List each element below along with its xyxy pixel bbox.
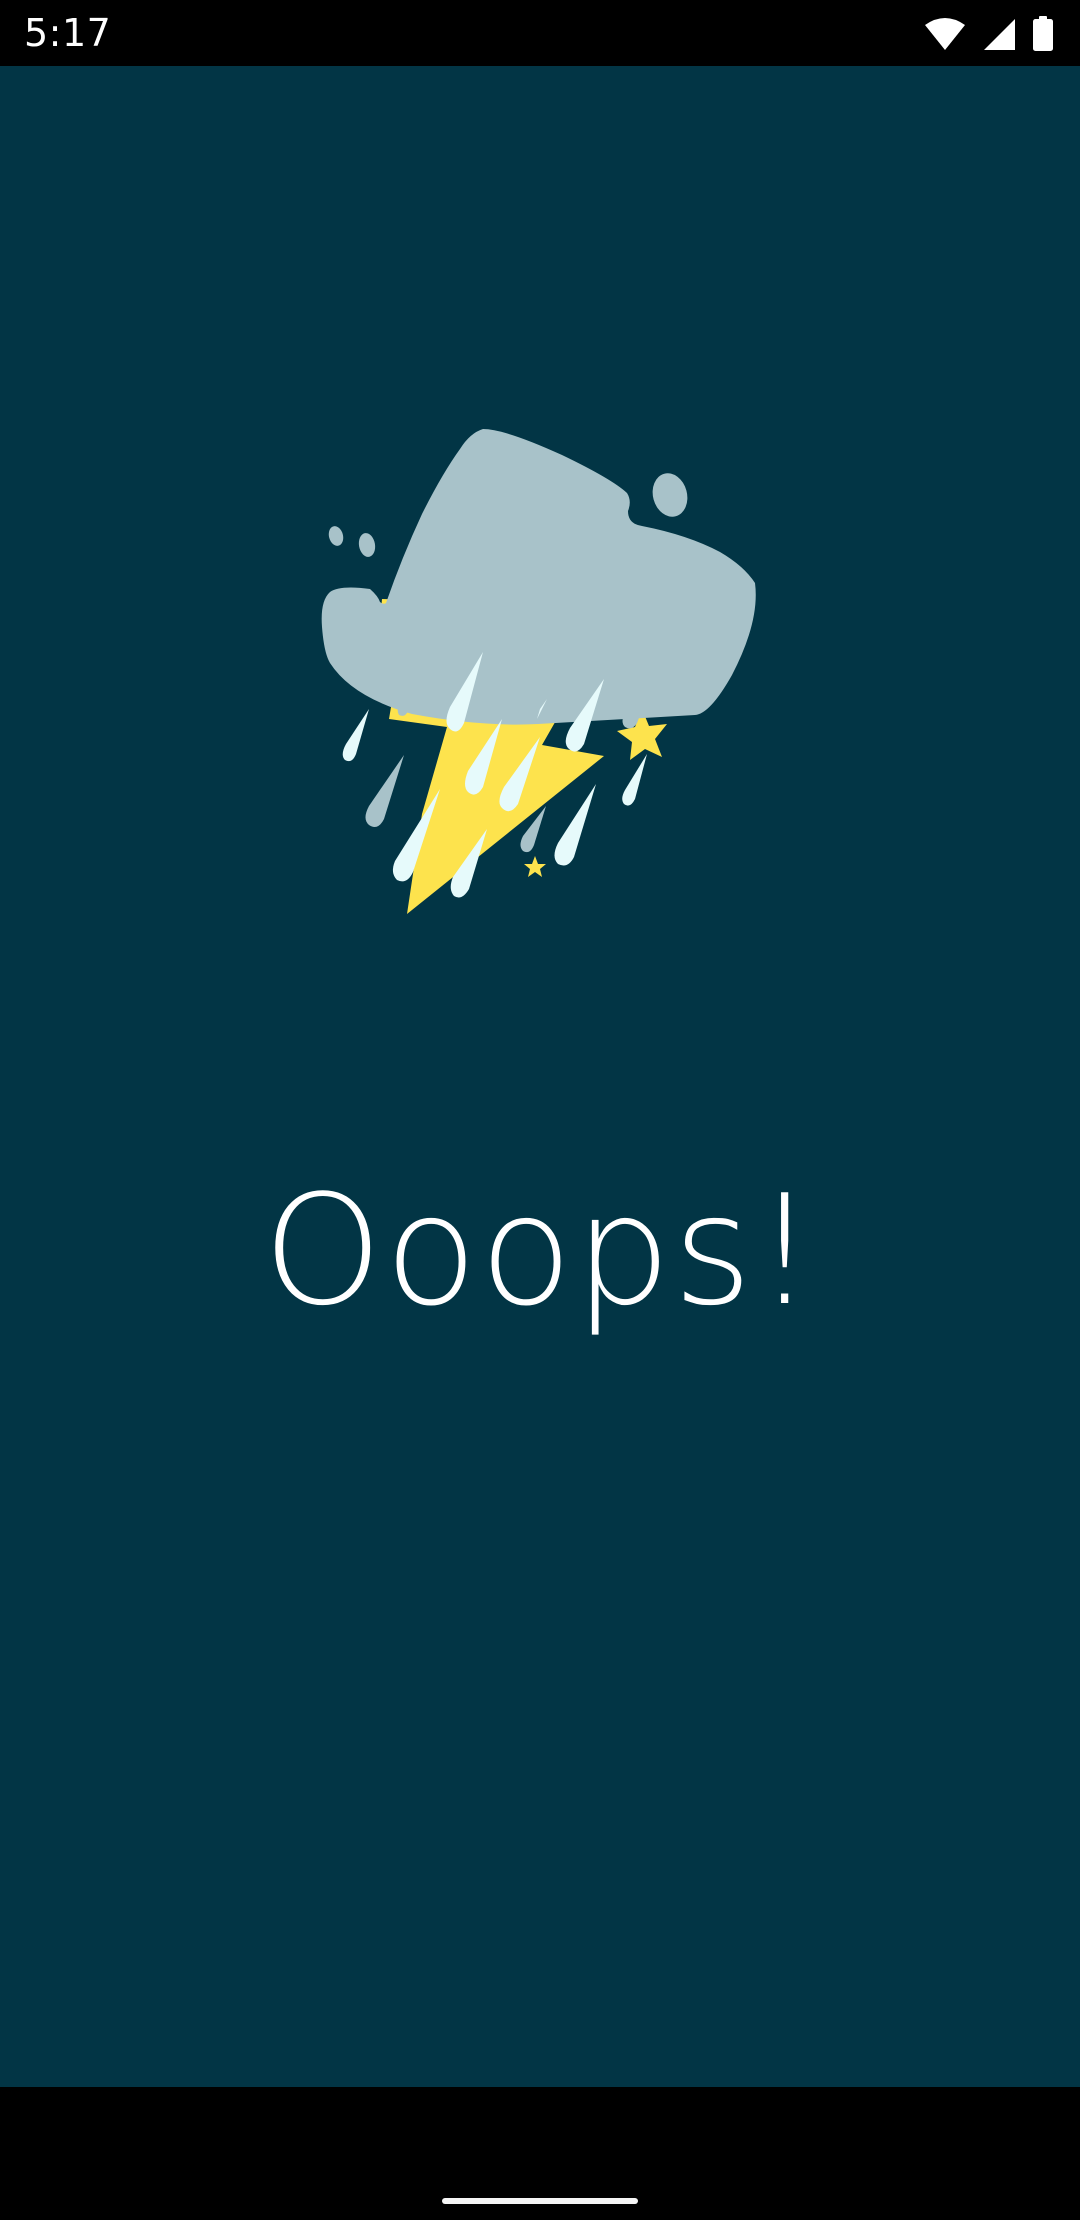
status-time: 5:17 — [24, 11, 112, 55]
star-icon — [524, 856, 546, 877]
cloud-puff — [358, 533, 376, 557]
wifi-icon — [924, 17, 966, 51]
error-message: Ooops! — [262, 1162, 818, 1339]
status-bar: 5:17 — [0, 0, 1080, 66]
cloud — [321, 429, 756, 725]
battery-icon — [1032, 16, 1054, 52]
error-screen: Ooops! — [0, 66, 1080, 2087]
cellular-signal-icon — [982, 17, 1016, 51]
navigation-bar — [0, 2087, 1080, 2220]
cloud-puff — [328, 526, 344, 546]
home-gesture-handle[interactable] — [442, 2198, 638, 2204]
storm-cloud-illustration — [312, 359, 772, 919]
cloud-puff — [652, 473, 688, 517]
status-icons — [924, 14, 1054, 54]
